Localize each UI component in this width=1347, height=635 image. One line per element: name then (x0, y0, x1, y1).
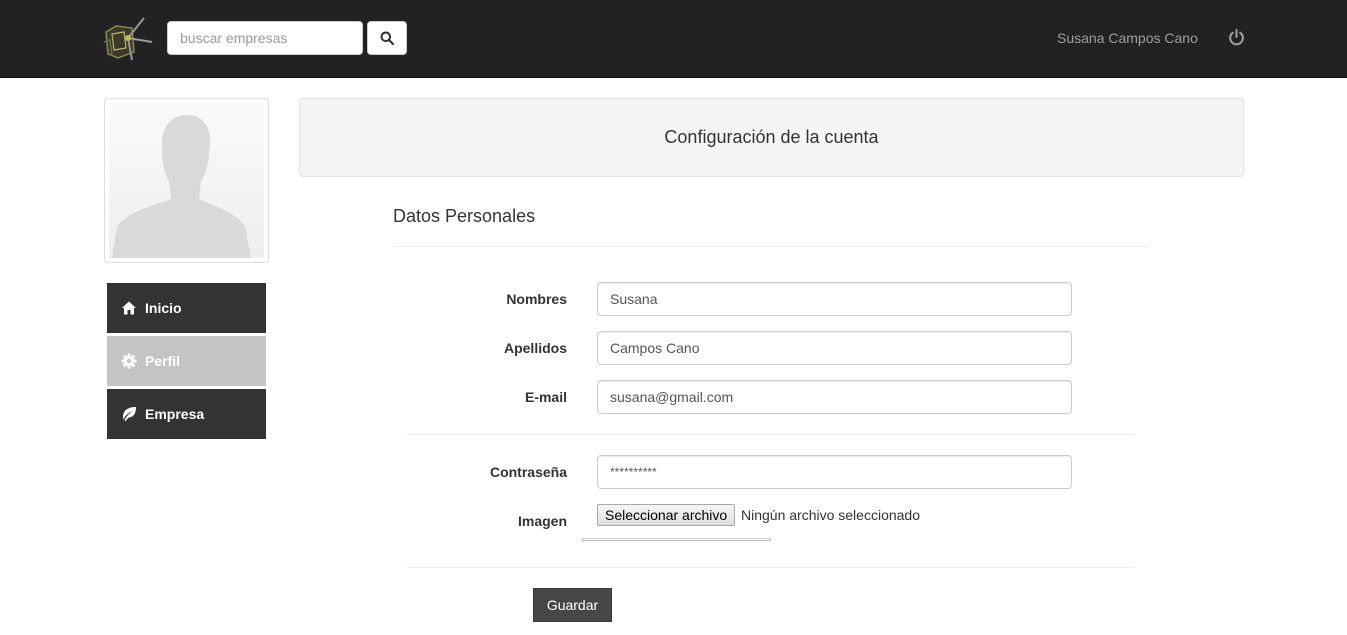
page-title-panel: Configuración de la cuenta (299, 98, 1244, 177)
divider (407, 567, 1135, 568)
leaf-icon (121, 406, 137, 422)
top-navbar: Susana Campos Cano (0, 0, 1347, 78)
page-title: Configuración de la cuenta (664, 127, 879, 147)
nombres-field[interactable] (597, 282, 1072, 316)
select-file-button[interactable]: Seleccionar archivo (597, 504, 736, 526)
divider (393, 246, 1150, 247)
file-status-text: Ningún archivo seleccionado (741, 507, 920, 523)
imagen-label: Imagen (517, 513, 567, 529)
user-name-link[interactable]: Susana Campos Cano (1057, 29, 1198, 47)
home-icon (121, 300, 137, 316)
power-icon[interactable] (1228, 29, 1245, 46)
apellidos-field[interactable] (597, 331, 1072, 365)
sidebar-item-label: Perfil (145, 353, 181, 369)
file-preview-box (582, 538, 771, 541)
sidebar-item-label: Inicio (145, 300, 182, 316)
save-button[interactable]: Guardar (533, 588, 612, 622)
search-input[interactable] (167, 21, 363, 55)
search-icon (380, 31, 394, 45)
apellidos-label: Apellidos (503, 340, 567, 356)
search-button[interactable] (367, 21, 407, 55)
sidebar-item-inicio[interactable]: Inicio (107, 283, 266, 333)
email-field[interactable] (597, 380, 1072, 414)
sidebar-item-label: Empresa (145, 406, 205, 422)
email-label: E-mail (524, 389, 567, 405)
section-title: Datos Personales (393, 206, 536, 226)
password-label: Contraseña (489, 464, 567, 480)
sidebar-item-perfil[interactable]: Perfil (107, 336, 266, 386)
app-logo[interactable] (102, 12, 154, 64)
profile-avatar (104, 98, 269, 263)
nombres-label: Nombres (506, 291, 567, 307)
password-field[interactable] (597, 455, 1072, 489)
sidebar-item-empresa[interactable]: Empresa (107, 389, 266, 439)
divider (407, 434, 1135, 435)
user-silhouette-icon (112, 115, 251, 258)
gear-icon (121, 353, 137, 369)
